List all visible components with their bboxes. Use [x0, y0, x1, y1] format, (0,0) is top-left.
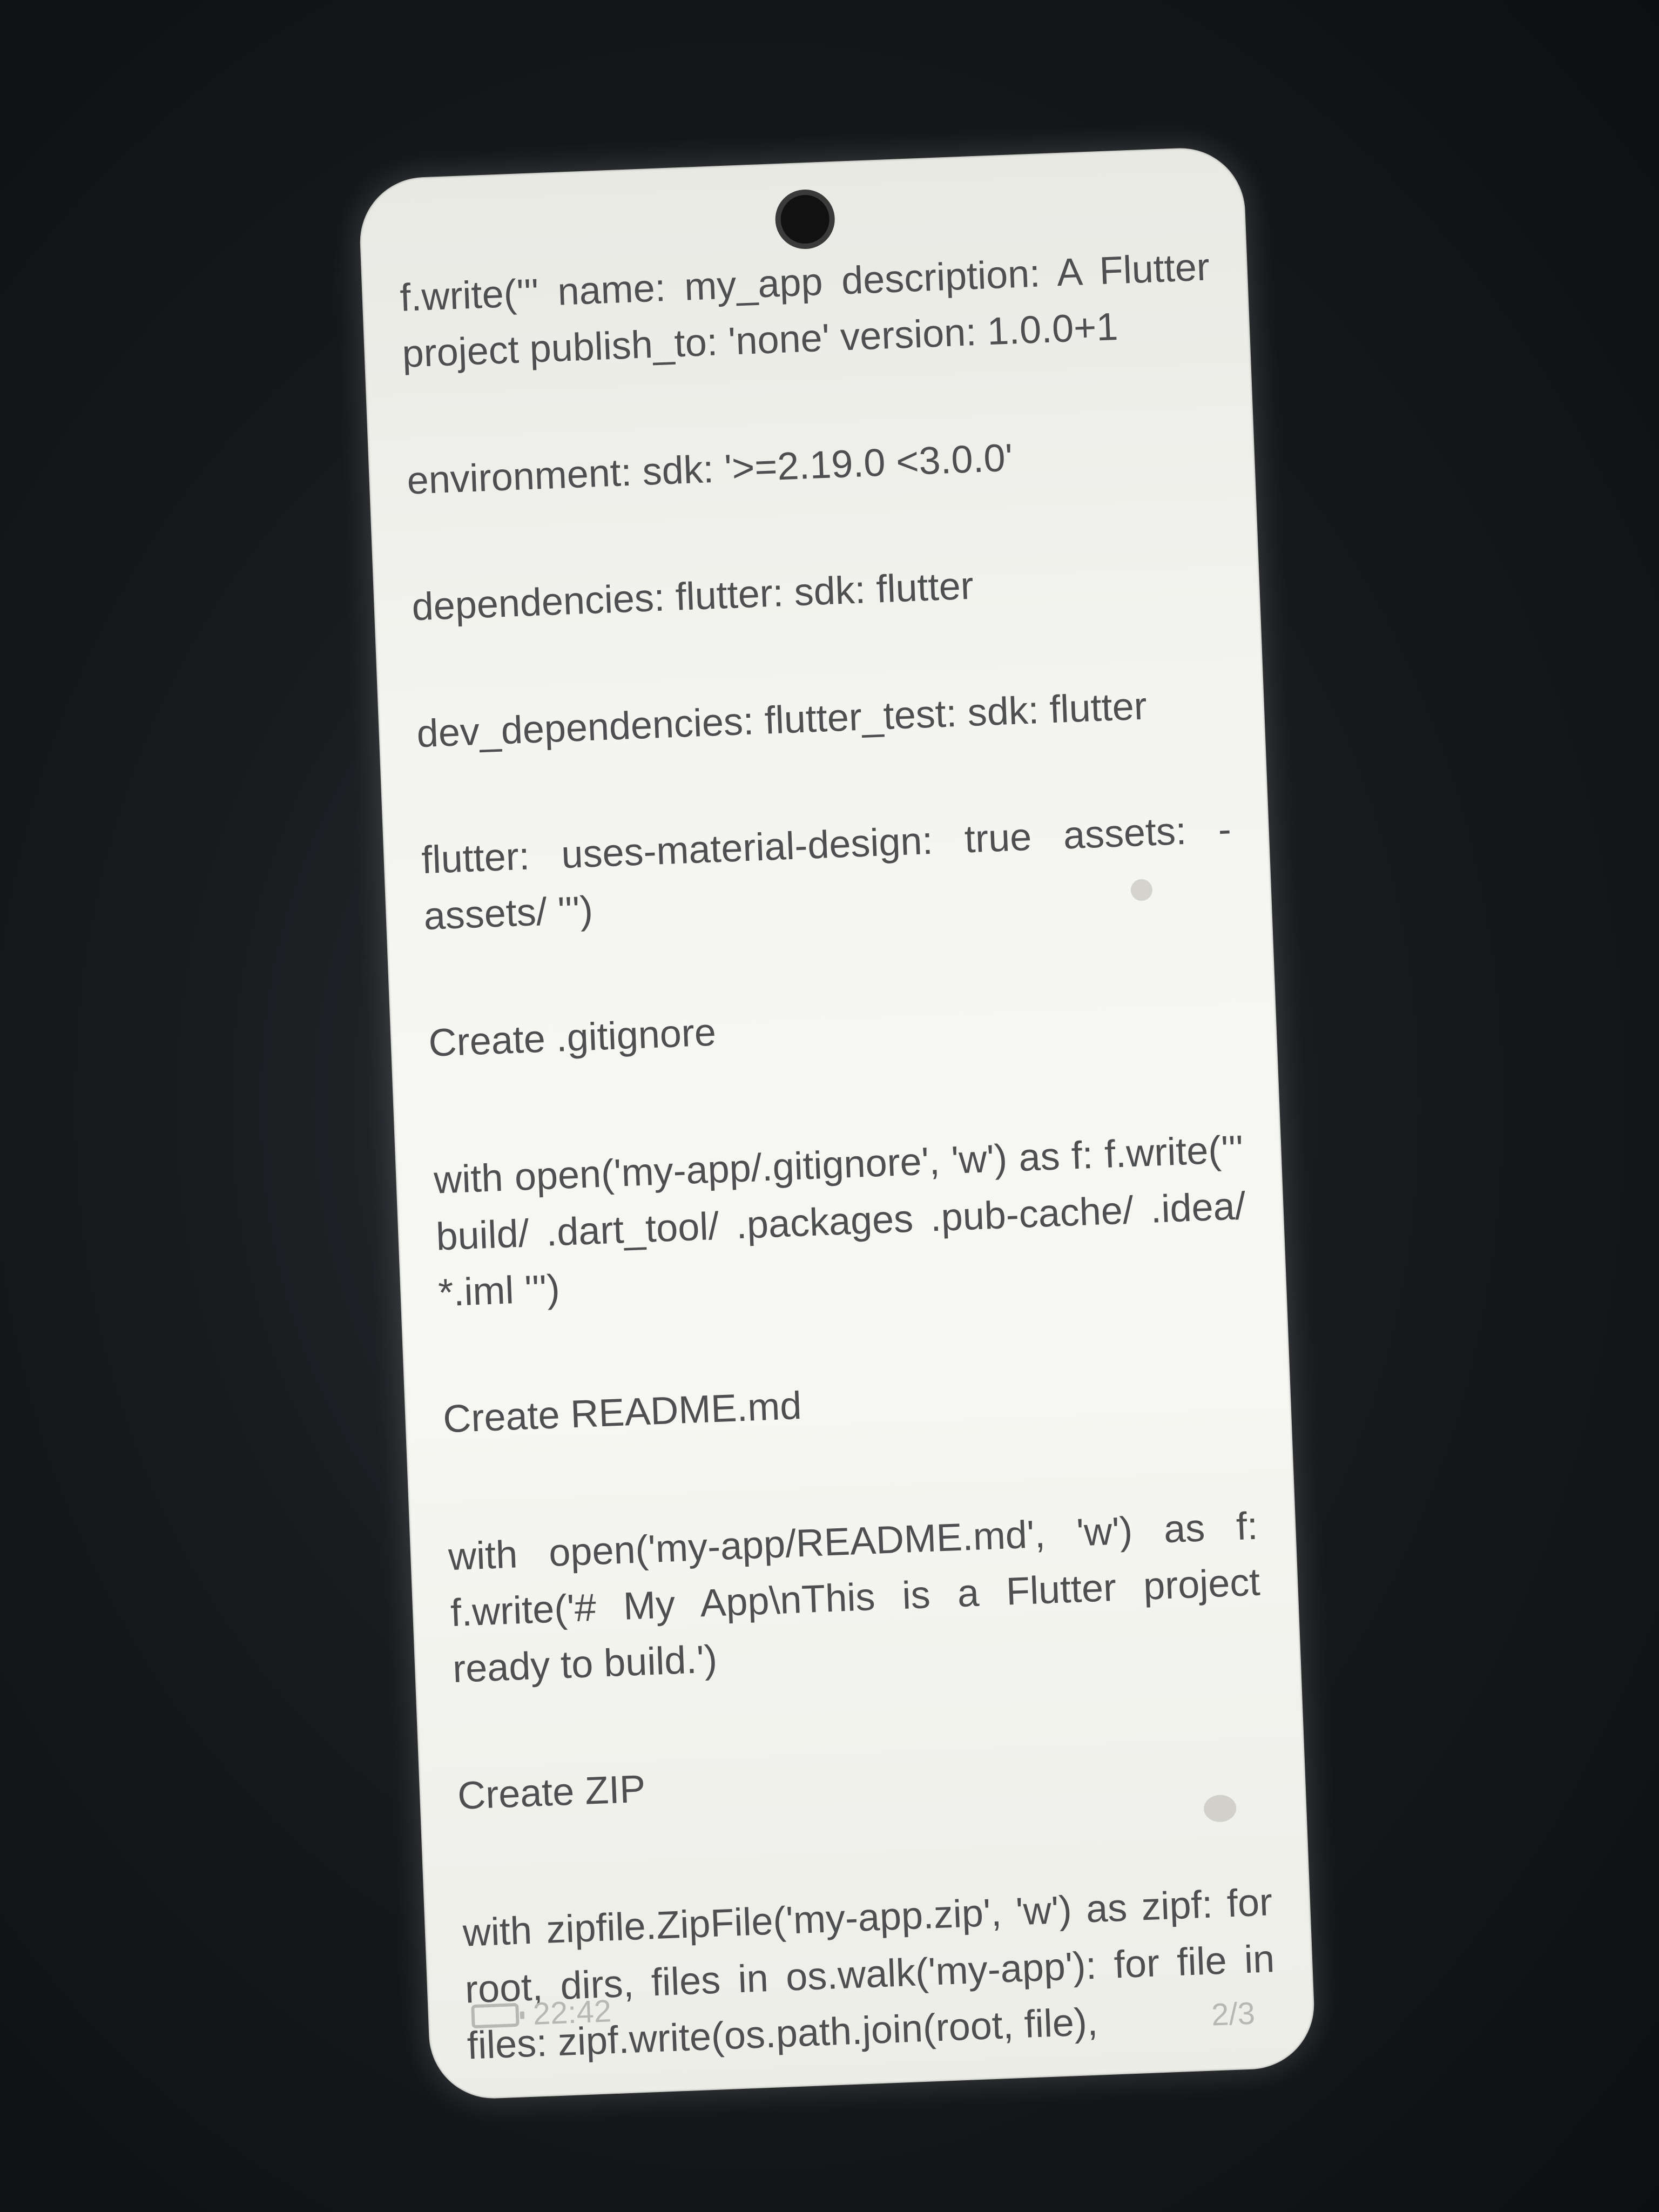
- paragraph-readme-code: with open('my-app/README.md', 'w') as f:…: [447, 1504, 1261, 1691]
- paragraph-pubspec-write: f.write(''' name: my_app description: A …: [399, 245, 1211, 376]
- status-bar: 22:42: [471, 1993, 612, 2034]
- heading-create-gitignore: Create .gitignore: [428, 1010, 717, 1065]
- paragraph-dependencies: dependencies: flutter: sdk: flutter: [411, 564, 975, 629]
- page-indicator: 2/3: [1211, 1995, 1256, 2033]
- heading-create-zip: Create ZIP: [456, 1767, 646, 1818]
- paragraph-gitignore-code: with open('my-app/.gitignore', 'w') as f…: [433, 1128, 1246, 1315]
- paragraph-zip-code: with zipfile.ZipFile('my-app.zip', 'w') …: [462, 1880, 1276, 2068]
- reader-content[interactable]: f.write(''' name: my_app description: A …: [399, 239, 1280, 2101]
- heading-create-readme: Create README.md: [442, 1384, 802, 1441]
- front-camera-hole: [774, 188, 836, 251]
- battery-icon: [471, 2002, 520, 2028]
- paragraph-flutter-assets: flutter: uses-material-design: true asse…: [421, 807, 1232, 939]
- paragraph-dev-dependencies: dev_dependencies: flutter_test: sdk: flu…: [416, 684, 1148, 756]
- photo-scene: f.write(''' name: my_app description: A …: [0, 0, 1659, 2212]
- paragraph-environment: environment: sdk: '>=2.19.0 <3.0.0': [406, 436, 1014, 503]
- status-time: 22:42: [532, 1993, 612, 2032]
- phone-screen: f.write(''' name: my_app description: A …: [358, 145, 1317, 2101]
